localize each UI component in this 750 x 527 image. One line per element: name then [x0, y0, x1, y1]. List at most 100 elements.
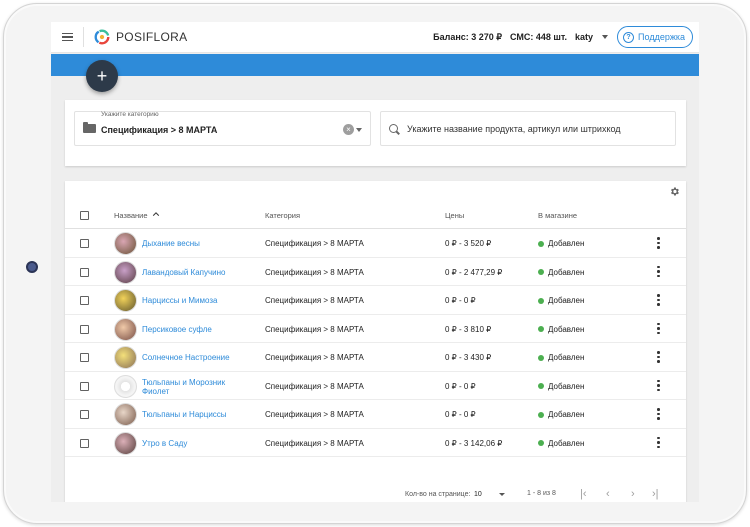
column-status: В магазине: [538, 211, 578, 220]
status-text: Добавлен: [548, 438, 585, 448]
per-page-select[interactable]: 10: [474, 491, 482, 498]
sort-asc-icon[interactable]: [152, 210, 160, 218]
product-price: 0 ₽ - 3 520 ₽: [445, 239, 492, 248]
product-category: Спецификация > 8 МАРТА: [265, 410, 364, 419]
search-input[interactable]: [407, 123, 657, 134]
product-thumbnail: [114, 232, 137, 255]
status-badge: Добавлен: [538, 382, 584, 391]
product-name-link[interactable]: Дыхание весны: [142, 239, 242, 248]
next-page-icon[interactable]: ›: [631, 488, 635, 500]
more-vert-icon[interactable]: [657, 322, 660, 334]
chevron-down-icon[interactable]: [356, 128, 362, 132]
product-name-link[interactable]: Солнечное Настроение: [142, 353, 242, 362]
brand-logo[interactable]: POSIFLORA: [93, 28, 187, 46]
header-divider: [83, 27, 84, 47]
product-category: Спецификация > 8 МАРТА: [265, 296, 364, 305]
product-name-link[interactable]: Тюльпаны и Нарциссы: [142, 410, 242, 419]
status-text: Добавлен: [548, 267, 585, 277]
select-all-checkbox[interactable]: [80, 211, 89, 220]
table-row[interactable]: Тюльпаны и Морозник Фиолет Спецификация …: [65, 372, 686, 400]
product-thumbnail: [114, 346, 137, 369]
status-dot-icon: [538, 411, 544, 418]
search-icon: [389, 124, 398, 133]
table-row[interactable]: Тюльпаны и Нарциссы Спецификация > 8 МАР…: [65, 400, 686, 429]
more-vert-icon[interactable]: [657, 294, 660, 306]
column-price: Цены: [445, 211, 465, 220]
category-value: Спецификация > 8 МАРТА: [101, 125, 218, 135]
clear-icon[interactable]: ×: [343, 124, 354, 135]
status-dot-icon: [538, 354, 544, 361]
brand-name: POSIFLORA: [116, 30, 188, 44]
search-box: [380, 111, 676, 146]
product-category: Спецификация > 8 МАРТА: [265, 324, 364, 334]
product-category: Спецификация > 8 МАРТА: [265, 267, 364, 277]
row-checkbox[interactable]: [80, 324, 89, 334]
row-checkbox[interactable]: [80, 381, 89, 391]
row-checkbox[interactable]: [80, 239, 89, 248]
status-dot-icon: [538, 297, 544, 304]
status-badge: Добавлен: [538, 410, 584, 419]
product-price: 0 ₽ - 3 810 ₽: [445, 324, 492, 334]
prev-page-icon[interactable]: ‹: [606, 488, 610, 500]
product-name-link[interactable]: Лавандовый Капучино: [142, 268, 242, 277]
table-row[interactable]: Дыхание весны Спецификация > 8 МАРТА 0 ₽…: [65, 229, 686, 258]
more-vert-icon[interactable]: [657, 237, 660, 249]
support-label: Поддержка: [638, 32, 685, 42]
user-menu[interactable]: katy: [575, 32, 609, 42]
product-name-link[interactable]: Тюльпаны и Морозник Фиолет: [142, 378, 242, 396]
status-dot-icon: [538, 326, 544, 332]
row-checkbox[interactable]: [80, 267, 89, 277]
tablet-home-button: [26, 261, 38, 273]
table-row[interactable]: Нарциссы и Мимоза Спецификация > 8 МАРТА…: [65, 286, 686, 315]
row-checkbox[interactable]: [80, 296, 89, 305]
category-select[interactable]: Укажите категорию Спецификация > 8 МАРТА…: [74, 111, 371, 146]
row-checkbox[interactable]: [80, 353, 89, 362]
column-name[interactable]: Название: [114, 211, 148, 220]
pagination: Кол-во на странице: 10 1 - 8 из 8 |‹ ‹ ›…: [65, 483, 686, 502]
support-button[interactable]: ? Поддержка: [617, 26, 693, 48]
table-row[interactable]: Персиковое суфле Спецификация > 8 МАРТА …: [65, 315, 686, 343]
table-row[interactable]: Утро в Саду Спецификация > 8 МАРТА 0 ₽ -…: [65, 429, 686, 457]
product-thumbnail: [114, 260, 137, 284]
column-category: Категория: [265, 211, 301, 220]
chevron-down-icon: [602, 35, 609, 39]
more-vert-icon[interactable]: [657, 265, 660, 277]
product-name-link[interactable]: Утро в Саду: [142, 439, 242, 448]
balance-text: Баланс: 3 270 ₽: [433, 31, 503, 42]
top-bar: POSIFLORA Баланс: 3 270 ₽ СМС: 448 шт. k…: [51, 22, 699, 53]
per-page-label: Кол-во на странице:: [405, 491, 471, 498]
status-text: Добавлен: [548, 381, 585, 391]
status-dot-icon: [538, 269, 544, 275]
product-thumbnail: [114, 317, 137, 341]
more-vert-icon[interactable]: [657, 379, 660, 391]
table-row[interactable]: Солнечное Настроение Спецификация > 8 МА…: [65, 343, 686, 372]
product-name-link[interactable]: Нарциссы и Мимоза: [142, 296, 242, 305]
menu-icon[interactable]: [51, 22, 83, 53]
status-text: Добавлен: [548, 410, 585, 419]
product-price: 0 ₽ - 3 142,06 ₽: [445, 438, 503, 448]
last-page-icon[interactable]: ›|: [652, 488, 659, 500]
product-name-link[interactable]: Персиковое суфле: [142, 325, 242, 334]
toolbar-band: [51, 54, 699, 76]
row-checkbox[interactable]: [80, 410, 89, 419]
product-price: 0 ₽ - 3 430 ₽: [445, 353, 492, 362]
first-page-icon[interactable]: |‹: [580, 488, 587, 500]
chevron-down-icon[interactable]: [499, 493, 505, 496]
page-range: 1 - 8 из 8: [527, 490, 556, 497]
gear-icon[interactable]: [669, 186, 680, 197]
category-label: Укажите категорию: [101, 111, 159, 118]
row-checkbox[interactable]: [80, 438, 89, 448]
table-header: Название Категория Цены В магазине: [65, 202, 686, 229]
product-price: 0 ₽ - 0 ₽: [445, 381, 476, 391]
product-price: 0 ₽ - 0 ₽: [445, 296, 476, 305]
table-row[interactable]: Лавандовый Капучино Спецификация > 8 МАР…: [65, 258, 686, 286]
status-badge: Добавлен: [538, 325, 584, 334]
add-button[interactable]: +: [86, 60, 118, 92]
product-thumbnail: [114, 431, 137, 455]
help-icon: ?: [623, 31, 635, 43]
product-category: Спецификация > 8 МАРТА: [265, 438, 364, 448]
product-category: Спецификация > 8 МАРТА: [265, 353, 364, 362]
more-vert-icon[interactable]: [657, 436, 660, 448]
more-vert-icon[interactable]: [657, 408, 660, 420]
more-vert-icon[interactable]: [657, 351, 660, 363]
